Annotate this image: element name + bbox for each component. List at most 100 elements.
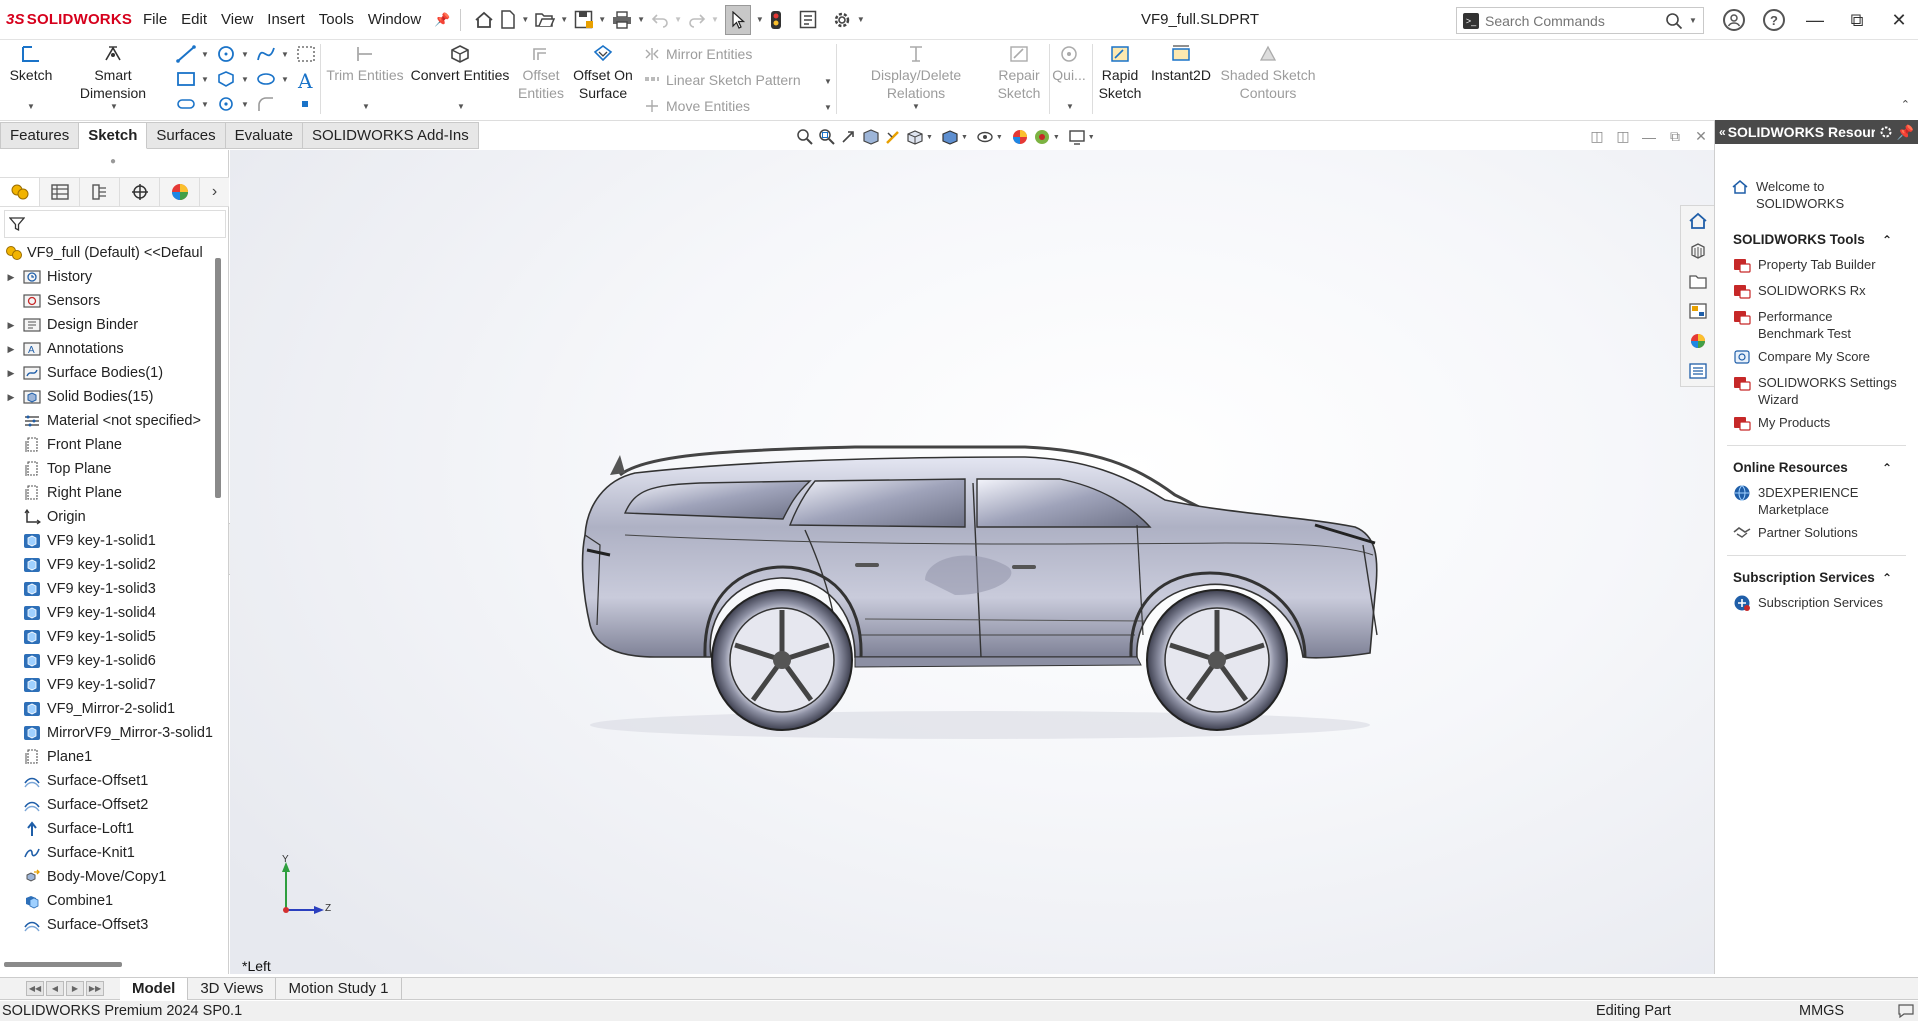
tab-property-manager[interactable]	[40, 178, 80, 206]
tab-configuration-manager[interactable]	[80, 178, 120, 206]
tab-3d-views[interactable]: 3D Views	[188, 977, 277, 1000]
menu-insert[interactable]: Insert	[260, 11, 312, 28]
open-document-button[interactable]: ▼	[535, 11, 568, 28]
convert-entities-button[interactable]: Convert Entities	[410, 44, 510, 84]
minimize-viewport-icon[interactable]: —	[1636, 129, 1662, 145]
rapid-sketch-button[interactable]: Rapid Sketch	[1096, 44, 1144, 102]
tab-solidworks-add-ins[interactable]: SOLIDWORKS Add-Ins	[302, 122, 479, 149]
feature-tree-vertical-scrollbar[interactable]	[215, 258, 221, 498]
new-document-button[interactable]: ▼	[500, 10, 529, 29]
rebuild-button[interactable]	[770, 10, 782, 30]
help-icon[interactable]: ?	[1763, 9, 1785, 31]
collapse-section-chevron-icon[interactable]: ⌃	[1882, 461, 1892, 475]
resource-link[interactable]: SOLIDWORKS Rx	[1715, 279, 1918, 305]
expand-arrow-icon[interactable]: ▶	[0, 272, 22, 283]
tree-item[interactable]: Surface-Offset1	[0, 769, 214, 793]
repair-sketch-button[interactable]: Repair Sketch	[994, 44, 1044, 102]
menu-file[interactable]: File	[136, 11, 174, 28]
resource-link[interactable]: Property Tab Builder	[1715, 253, 1918, 279]
tree-item[interactable]: ▶ A Annotations	[0, 337, 214, 361]
options-button[interactable]: ▼	[832, 10, 865, 30]
tree-root-part[interactable]: VF9_full (Default) <<Defaul	[0, 241, 214, 265]
sketch-picture-icon[interactable]	[296, 45, 316, 63]
tree-item[interactable]: Combine1	[0, 889, 214, 913]
redo-button[interactable]: ▼	[688, 12, 719, 28]
view-orientation-icon[interactable]	[904, 127, 926, 147]
tree-item[interactable]: Plane1	[0, 745, 214, 769]
resource-link[interactable]: 3DEXPERIENCE Marketplace	[1715, 481, 1918, 521]
search-commands-box[interactable]: >_ ▼	[1456, 7, 1704, 34]
feature-tree-filter[interactable]	[4, 210, 226, 238]
tab-sketch[interactable]: Sketch	[79, 122, 148, 149]
next-tab-arrow-icon[interactable]: ▶	[66, 981, 84, 996]
expand-arrow-icon[interactable]: ▶	[0, 392, 22, 403]
tab-feature-manager[interactable]	[0, 178, 40, 206]
tree-item[interactable]: ▶ History	[0, 265, 214, 289]
previous-view-icon[interactable]	[838, 127, 860, 147]
tab-motion-study-1[interactable]: Motion Study 1	[276, 977, 402, 1000]
unit-system-selector[interactable]: MMGS	[1799, 1003, 1844, 1019]
tab-model[interactable]: Model	[120, 977, 189, 1000]
rectangle-tool-icon[interactable]	[176, 70, 196, 88]
text-tool-icon[interactable]: A	[298, 69, 312, 93]
line-tool-icon[interactable]	[176, 45, 196, 63]
tree-item[interactable]: Body-Move/Copy1	[0, 865, 214, 889]
tab-display-manager[interactable]	[160, 178, 200, 206]
section-header[interactable]: Subscription Services ⌃	[1733, 570, 1918, 585]
close-window-button[interactable]: ✕	[1878, 10, 1918, 31]
file-properties-button[interactable]	[799, 10, 817, 29]
home-button[interactable]	[474, 11, 494, 29]
tree-item[interactable]: VF9 key-1-solid1	[0, 529, 214, 553]
select-button[interactable]: ▼	[724, 4, 764, 35]
tree-item[interactable]: Sensors	[0, 289, 214, 313]
tree-item[interactable]: Origin	[0, 505, 214, 529]
collapse-task-pane-icon[interactable]: «	[1719, 125, 1726, 139]
feature-tree-horizontal-scrollbar[interactable]	[4, 962, 122, 967]
prev-tab-arrow-icon[interactable]: ◀	[46, 981, 64, 996]
instant2d-button[interactable]: Instant2D	[1146, 44, 1216, 84]
pin-menu-icon[interactable]: 📌	[434, 12, 450, 28]
apply-scene-icon[interactable]	[1031, 127, 1053, 147]
print-button[interactable]: ▼	[612, 10, 645, 29]
menu-window[interactable]: Window	[361, 11, 428, 28]
move-entities-button[interactable]: Move Entities	[644, 98, 750, 114]
expand-arrow-icon[interactable]: ▶	[0, 344, 22, 355]
view-palette-icon[interactable]	[1681, 296, 1714, 326]
linear-sketch-pattern-button[interactable]: Linear Sketch Pattern	[644, 72, 801, 88]
plane-tool-icon[interactable]	[296, 95, 316, 113]
fillet-tool-icon[interactable]	[256, 95, 276, 113]
tree-item[interactable]: VF9 key-1-solid3	[0, 577, 214, 601]
tab-features[interactable]: Features	[0, 122, 80, 149]
search-options-chevron-icon[interactable]: ▼	[1689, 16, 1697, 25]
restore-window-button[interactable]: ⧉	[1836, 10, 1878, 31]
expand-arrow-icon[interactable]: ▶	[0, 368, 22, 379]
design-library-icon[interactable]	[1681, 236, 1714, 266]
tree-item[interactable]: ▶ Solid Bodies(15)	[0, 385, 214, 409]
edit-appearance-icon[interactable]	[1009, 127, 1031, 147]
dynamic-annotation-icon[interactable]	[882, 127, 904, 147]
split-right-icon[interactable]: ◫	[1610, 128, 1636, 145]
collapse-section-chevron-icon[interactable]: ⌃	[1882, 571, 1892, 585]
zoom-to-area-icon[interactable]	[816, 127, 838, 147]
tree-item[interactable]: MirrorVF9_Mirror-3-solid1	[0, 721, 214, 745]
pin-task-pane-icon[interactable]: 📌	[1897, 124, 1914, 141]
save-button[interactable]: ▼	[574, 10, 606, 29]
file-explorer-icon[interactable]	[1681, 266, 1714, 296]
tree-item[interactable]: Surface-Knit1	[0, 841, 214, 865]
point-tool-icon[interactable]	[216, 95, 236, 113]
mirror-entities-button[interactable]: Mirror Entities	[644, 46, 752, 62]
panel-grip-icon[interactable]: ●	[110, 156, 116, 167]
shaded-sketch-contours-button[interactable]: Shaded Sketch Contours	[1218, 44, 1318, 102]
tree-item[interactable]: Top Plane	[0, 457, 214, 481]
welcome-link[interactable]: Welcome to SOLIDWORKS	[1715, 144, 1918, 212]
collapse-ribbon-icon[interactable]: ⌃	[1901, 98, 1910, 111]
tree-item[interactable]: ▶ Design Binder	[0, 313, 214, 337]
tree-item[interactable]: Surface-Offset3	[0, 913, 214, 937]
resource-link[interactable]: Partner Solutions	[1715, 521, 1918, 547]
trim-entities-button[interactable]: Trim Entities	[326, 44, 404, 84]
offset-entities-button[interactable]: Offset Entities	[514, 44, 568, 102]
circle-tool-icon[interactable]	[216, 45, 236, 63]
tree-item[interactable]: Surface-Loft1	[0, 817, 214, 841]
ellipse-tool-icon[interactable]	[256, 70, 276, 88]
expand-arrow-icon[interactable]: ▶	[0, 320, 22, 331]
